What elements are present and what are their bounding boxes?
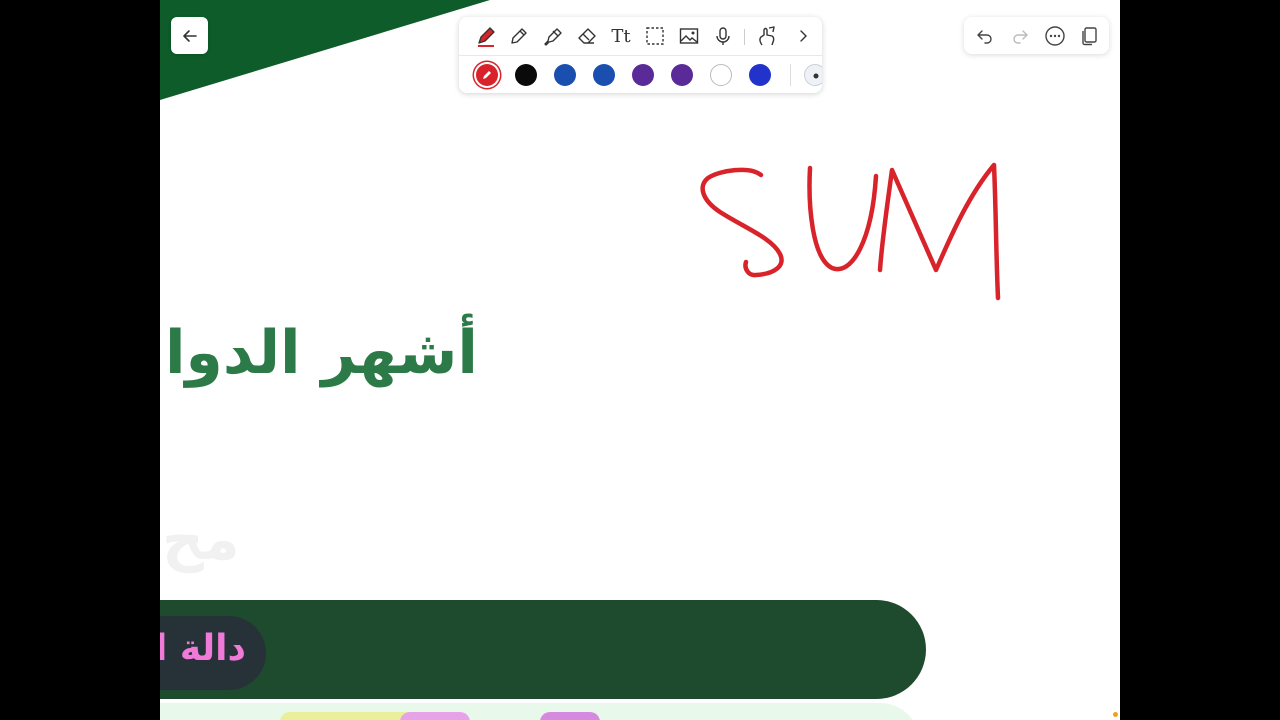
- swatch-separator: [790, 64, 791, 86]
- note-canvas[interactable]: مح أشهر الدوال دالة ا: [160, 0, 1120, 720]
- pen-selected-icon: [483, 71, 491, 79]
- color-swatch-purple-2[interactable]: [671, 64, 693, 86]
- audio-tool-button[interactable]: [710, 23, 736, 49]
- color-swatch-indigo[interactable]: [749, 64, 771, 86]
- toolbar-separator: [744, 29, 745, 45]
- color-swatch-row: [459, 56, 822, 93]
- redo-icon: [1013, 30, 1028, 44]
- undo-icon: [977, 30, 992, 44]
- redo-button[interactable]: [1008, 24, 1032, 48]
- eraser-tool-button[interactable]: [574, 23, 600, 49]
- pen-icon: [478, 27, 495, 47]
- pencil-tool-button[interactable]: [506, 23, 532, 49]
- chevron-right-icon: [800, 30, 807, 42]
- image-tool-button[interactable]: [676, 23, 702, 49]
- tool-row: Tt: [459, 17, 822, 55]
- decor-blob-violet: [540, 712, 600, 720]
- eraser-icon: [578, 28, 596, 44]
- pages-icon: [1082, 27, 1097, 46]
- document-actions-bar: [964, 17, 1109, 54]
- text-tool-icon: Tt: [611, 25, 631, 47]
- decor-blob-pink: [400, 712, 470, 720]
- drawing-toolbar: Tt: [459, 17, 822, 93]
- color-swatch-blue-1[interactable]: [554, 64, 576, 86]
- banner-pill: دالة ا: [160, 616, 266, 690]
- highlighter-tool-button[interactable]: [540, 23, 566, 49]
- hand-pen-icon: [759, 26, 775, 46]
- stroke-size-button[interactable]: [804, 64, 822, 86]
- undo-button[interactable]: [973, 24, 997, 48]
- select-tool-button[interactable]: [642, 23, 668, 49]
- color-swatch-blue-2[interactable]: [593, 64, 615, 86]
- more-options-button[interactable]: [1043, 24, 1067, 48]
- pages-button[interactable]: [1077, 24, 1101, 48]
- color-swatch-red[interactable]: [476, 64, 498, 86]
- color-swatch-white[interactable]: [710, 64, 732, 86]
- more-options-icon: [1045, 26, 1065, 46]
- microphone-icon: [716, 27, 730, 45]
- pen-tool-button[interactable]: [473, 23, 499, 49]
- text-tool-button[interactable]: Tt: [608, 23, 634, 49]
- banner-pill-text: دالة ا: [160, 628, 246, 669]
- toolbar-more-button[interactable]: [790, 23, 816, 49]
- handwriting-strokes: [700, 162, 1001, 301]
- image-icon: [679, 28, 699, 44]
- slide-banner: [160, 600, 926, 699]
- color-swatch-black[interactable]: [515, 64, 537, 86]
- stroke-size-icon: [813, 73, 819, 79]
- touch-writing-button[interactable]: [754, 23, 780, 49]
- status-dot: [1113, 712, 1118, 717]
- pencil-icon: [511, 28, 527, 44]
- color-swatch-purple-1[interactable]: [632, 64, 654, 86]
- select-icon: [646, 27, 664, 45]
- highlighter-icon: [544, 28, 562, 46]
